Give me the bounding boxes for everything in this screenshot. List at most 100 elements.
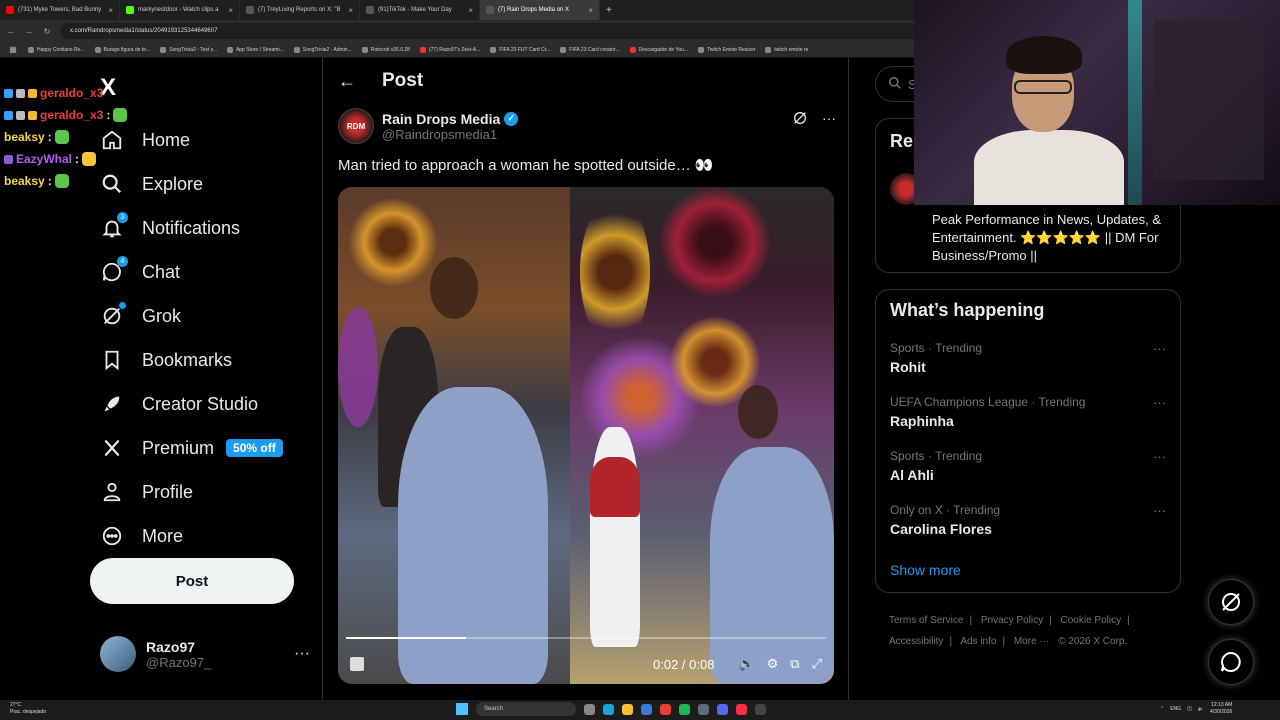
nav-item-bookmarks[interactable]: Bookmarks (100, 338, 283, 382)
grok-floating-button[interactable] (1208, 579, 1254, 625)
nav-label: More (142, 525, 184, 546)
account-switcher[interactable]: Razo97 @Razo97_ ··· (100, 636, 310, 672)
bookmark-item[interactable]: FIFA 23 Card creator... (560, 46, 620, 53)
volume-icon[interactable]: 🔈 (738, 656, 754, 672)
messages-floating-button[interactable] (1208, 639, 1254, 685)
reload-icon[interactable]: ↻ (42, 27, 52, 36)
url-field[interactable]: x.com/Raindropsmedia1/status/20491931253… (60, 23, 920, 39)
compose-post-button[interactable]: Post (90, 558, 294, 604)
volume-icon[interactable]: 🔈 (1198, 706, 1204, 712)
settings-gear-icon[interactable]: ⚙ (767, 656, 779, 672)
footer-link-cookies[interactable]: Cookie Policy (1061, 615, 1122, 626)
browser-tab[interactable]: (731) Myke Towers, Bad Bunny × (0, 0, 120, 20)
bookmark-item[interactable]: SongTrivia2 - Admin... (293, 46, 352, 53)
video-person-head (430, 257, 478, 319)
author-handle[interactable]: @Raindropsmedia1 (382, 127, 518, 142)
kick-favicon-icon (126, 6, 134, 14)
browser-tab-active[interactable]: (7) Rain Drops Media on X × (480, 0, 600, 20)
apps-grid-icon[interactable]: ▦ (8, 45, 18, 54)
footer-link-privacy[interactable]: Privacy Policy (981, 615, 1043, 626)
trend-item[interactable]: Only on X · Trending Carolina Flores ··· (890, 503, 1166, 537)
nav-item-profile[interactable]: Profile (100, 470, 283, 514)
emote-icon (54, 130, 69, 144)
music-icon[interactable] (736, 703, 747, 715)
browser-tab[interactable]: markynestdoor - Watch clips a × (120, 0, 240, 20)
trend-item[interactable]: Sports · Trending Rohit ··· (890, 341, 1166, 375)
nav-item-grok[interactable]: Grok (100, 294, 283, 338)
nav-item-notifications[interactable]: 3 Notifications (100, 206, 283, 250)
video-player[interactable]: 0:02 / 0:08 🔈 ⚙ ⧉ ⤢ (338, 187, 834, 684)
trend-item[interactable]: UEFA Champions League · Trending Raphinh… (890, 395, 1166, 429)
new-tab-button[interactable]: + (600, 5, 618, 16)
footer-link-accessibility[interactable]: Accessibility (889, 636, 943, 647)
clock[interactable]: 12:13 AM 4/30/2026 (1210, 702, 1232, 716)
more-options-icon[interactable]: ··· (822, 110, 836, 129)
chrome-icon[interactable] (660, 703, 671, 715)
more-options-icon[interactable]: ··· (1153, 449, 1166, 464)
close-tab-icon[interactable]: × (108, 6, 113, 15)
nav-item-chat[interactable]: 4 Chat (100, 250, 283, 294)
footer-link-more[interactable]: More ··· (1014, 636, 1050, 647)
chat-badge-icon (16, 110, 25, 120)
nav-item-more[interactable]: More (100, 514, 283, 558)
back-arrow-icon[interactable]: ← (338, 71, 356, 92)
browser-tab[interactable]: (91)TikTok - Make Your Day × (360, 0, 480, 20)
browser-tab[interactable]: (7) TreyLiving Reports on X: "B × (240, 0, 360, 20)
nav-item-premium[interactable]: Premium 50% off (100, 426, 283, 470)
bookmark-item[interactable]: App Store / Streami... (226, 46, 284, 53)
nav-item-home[interactable]: Home (100, 118, 283, 162)
author-name[interactable]: Rain Drops Media (382, 111, 500, 127)
account-more-icon[interactable]: ··· (294, 645, 310, 663)
author-avatar[interactable]: RDM (338, 108, 374, 144)
back-nav-icon[interactable]: ← (6, 27, 16, 36)
store-icon[interactable] (641, 703, 652, 715)
network-icon[interactable]: ◫ (1187, 706, 1192, 712)
footer-link-ads-info[interactable]: Ads info (960, 636, 996, 647)
file-explorer-icon[interactable] (622, 703, 633, 715)
close-tab-icon[interactable]: × (588, 6, 593, 15)
more-options-icon[interactable]: ··· (1153, 503, 1166, 518)
tray-overflow-icon[interactable]: ⌃ (1160, 706, 1164, 712)
language-indicator[interactable]: ENG (1170, 706, 1181, 712)
more-options-icon[interactable]: ··· (1153, 341, 1166, 356)
spotify-icon[interactable] (679, 703, 690, 715)
edge-icon[interactable] (603, 703, 614, 715)
bookmark-item[interactable]: Twitch Emote Resizer (698, 46, 755, 53)
nav-item-explore[interactable]: Explore (100, 162, 283, 206)
more-options-icon[interactable]: ··· (1153, 395, 1166, 410)
close-tab-icon[interactable]: × (228, 6, 233, 15)
windows-start-icon[interactable] (456, 703, 468, 715)
close-tab-icon[interactable]: × (468, 6, 473, 15)
avatar (100, 636, 136, 672)
grok-icon[interactable] (792, 110, 808, 129)
premium-promo-badge: 50% off (226, 439, 283, 457)
trend-item[interactable]: Sports · Trending Al Ahli ··· (890, 449, 1166, 483)
bookmark-item[interactable]: Happy Cristiano Ro... (28, 46, 85, 53)
bookmark-item[interactable]: Descargador de You... (629, 46, 688, 53)
bookmark-item[interactable]: twitch emote re (765, 46, 808, 53)
post-author[interactable]: RDM Rain Drops Media ✓ @Raindropsmedia1 (338, 108, 519, 144)
dock-video-icon[interactable]: ⧉ (790, 656, 799, 672)
show-more-link[interactable]: Show more (890, 562, 961, 578)
obs-icon[interactable] (755, 703, 766, 715)
steam-icon[interactable] (698, 703, 709, 715)
close-tab-icon[interactable]: × (348, 6, 353, 15)
nav-item-creator-studio[interactable]: Creator Studio (100, 382, 283, 426)
taskbar-search[interactable]: Search (476, 702, 576, 716)
video-progress-bar[interactable] (346, 637, 826, 639)
search-icon (888, 76, 902, 93)
fullscreen-icon[interactable]: ⤢ (812, 656, 822, 672)
bookmark-item[interactable]: Burago figura de te... (94, 46, 151, 53)
bookmark-label: Burago figura de te... (103, 46, 151, 53)
bookmark-item[interactable]: Rotocob v26.0.28 (361, 46, 410, 53)
footer-link-terms[interactable]: Terms of Service (889, 615, 963, 626)
bookmark-label: Rotocob v26.0.28 (370, 46, 410, 53)
discord-icon[interactable] (717, 703, 728, 715)
bookmark-label: FIFA 23 Card creator... (569, 46, 620, 53)
bookmark-item[interactable]: FIFA 23 FUT Card Cr... (490, 46, 550, 53)
bookmark-item[interactable]: (77) Razo97's Zest-A... (419, 46, 480, 53)
task-view-icon[interactable] (584, 703, 595, 715)
bookmark-item[interactable]: SongTrivia2 - Test y... (160, 46, 217, 53)
weather-widget[interactable]: 27°C Prac. despejado (10, 702, 46, 716)
forward-nav-icon[interactable]: → (24, 27, 34, 36)
